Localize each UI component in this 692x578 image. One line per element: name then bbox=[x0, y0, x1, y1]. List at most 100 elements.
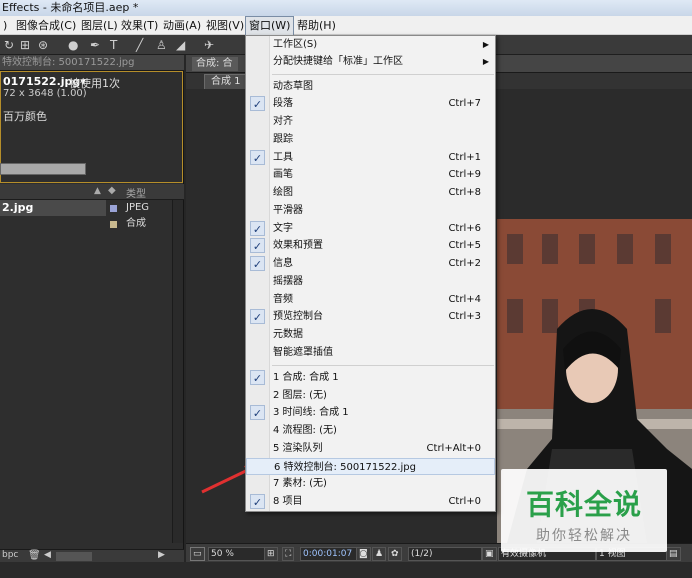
menu-item-align[interactable]: 对齐 bbox=[246, 113, 495, 130]
menu-item-footage[interactable]: 7 素材: (无) bbox=[246, 475, 495, 492]
status-bar bbox=[0, 562, 692, 578]
menu-item-label: 8 项目 bbox=[273, 496, 303, 507]
menu-item-character[interactable]: ✓ 文字 Ctrl+6 bbox=[246, 220, 495, 237]
menu-item-brushes[interactable]: 画笔 Ctrl+9 bbox=[246, 166, 495, 183]
menu-item-flowchart[interactable]: 4 流程图: (无) bbox=[246, 422, 495, 439]
checkmark-icon: ✓ bbox=[250, 150, 265, 165]
effect-controls-tab[interactable]: 特效控制台: 500171522.jpg bbox=[0, 55, 184, 71]
rotate-tool-icon[interactable]: ↻ bbox=[4, 38, 14, 52]
checkmark-icon: ✓ bbox=[250, 221, 265, 236]
checkmark-icon: ✓ bbox=[250, 494, 265, 509]
menu-item-effects-presets[interactable]: ✓ 效果和预置 Ctrl+5 bbox=[246, 237, 495, 254]
menu-view[interactable]: 视图(V) bbox=[203, 16, 247, 35]
menu-help[interactable]: 帮助(H) bbox=[294, 16, 339, 35]
menu-item-label: 1 合成: 合成 1 bbox=[273, 372, 339, 383]
project-item-jpg[interactable]: 2.jpg JPEG bbox=[0, 200, 184, 216]
grid-toggle-icon[interactable]: ⊞ bbox=[264, 547, 278, 561]
text-tool-icon[interactable]: T bbox=[110, 38, 117, 52]
safe-margins-icon[interactable]: ⛶ bbox=[282, 547, 295, 561]
eraser-tool-icon[interactable]: ◢ bbox=[176, 38, 185, 52]
menu-item-label: 绘图 bbox=[273, 187, 293, 198]
puppet-tool-icon[interactable]: ✈ bbox=[204, 38, 214, 52]
menu-item-smart-mask[interactable]: 智能遮罩插值 bbox=[246, 344, 495, 361]
menu-item-paragraph[interactable]: ✓ 段落 Ctrl+7 bbox=[246, 95, 495, 112]
type-column-header[interactable]: 类型 bbox=[126, 185, 146, 200]
menu-item-shortcut: Ctrl+8 bbox=[448, 187, 481, 198]
menu-item-metadata[interactable]: 元数据 bbox=[246, 326, 495, 343]
menu-window[interactable]: 窗口(W) bbox=[245, 16, 295, 37]
menu-item-shortcut: Ctrl+Alt+0 bbox=[426, 443, 481, 454]
menu-item-layer[interactable]: 2 图层: (无) bbox=[246, 387, 495, 404]
label-tag-icon[interactable]: ◆ bbox=[108, 185, 116, 196]
window-title: Effects - 未命名项目.aep * bbox=[0, 0, 692, 16]
menu-item-label: 音频 bbox=[273, 294, 293, 305]
menu-item-paint[interactable]: 绘图 Ctrl+8 bbox=[246, 184, 495, 201]
checkmark-icon: ✓ bbox=[250, 238, 265, 253]
menu-animation[interactable]: 动画(A) bbox=[160, 16, 204, 35]
menu-item-shortcut: Ctrl+5 bbox=[448, 240, 481, 251]
snapshot-icon[interactable]: ◙ bbox=[356, 547, 371, 561]
menu-item-shortcut: Ctrl+2 bbox=[448, 258, 481, 269]
item-type: JPEG bbox=[126, 202, 150, 213]
horizontal-scroll-thumb[interactable] bbox=[56, 552, 92, 561]
project-search-field[interactable] bbox=[0, 163, 86, 175]
project-scrollbar[interactable] bbox=[172, 200, 183, 543]
menu-item-audio[interactable]: 音频 Ctrl+4 bbox=[246, 291, 495, 308]
menu-layer[interactable]: 图层(L) bbox=[78, 16, 121, 35]
menu-effect[interactable]: 效果(T) bbox=[118, 16, 161, 35]
menu-composition[interactable]: 图像合成(C) bbox=[13, 16, 79, 35]
menu-item-composition[interactable]: ✓ 1 合成: 合成 1 bbox=[246, 369, 495, 386]
menu-item-label: 画笔 bbox=[273, 169, 293, 180]
brush-tool-icon[interactable]: ╱ bbox=[136, 38, 143, 52]
menu-item-preview[interactable]: ✓ 预览控制台 Ctrl+3 bbox=[246, 308, 495, 325]
menu-item-assign-shortcut[interactable]: 分配快捷键给「标准」工作区 ▶ bbox=[246, 53, 495, 70]
menu-item-workspace[interactable]: 工作区(S) ▶ bbox=[246, 36, 495, 53]
project-item-comp[interactable]: 合成 bbox=[0, 216, 184, 232]
clone-stamp-tool-icon[interactable]: ♙ bbox=[156, 38, 167, 52]
scroll-left-icon[interactable]: ◀ bbox=[44, 550, 51, 560]
sort-arrow-icon[interactable]: ▲ bbox=[94, 186, 101, 196]
trash-icon[interactable]: 🗑 bbox=[28, 550, 41, 561]
toggle-pixel-icon[interactable]: ▤ bbox=[666, 547, 681, 561]
menu-item-label: 智能遮罩插值 bbox=[273, 347, 333, 358]
pan-behind-tool-icon[interactable]: ⊛ bbox=[38, 38, 48, 52]
menu-item-project[interactable]: ✓ 8 项目 Ctrl+0 bbox=[246, 493, 495, 510]
item-type: 合成 bbox=[126, 218, 146, 229]
menu-item-smoother[interactable]: 平滑器 bbox=[246, 202, 495, 219]
scroll-right-icon[interactable]: ▶ bbox=[158, 550, 165, 560]
composition-tab[interactable]: 合成: 合 bbox=[192, 57, 238, 71]
bpc-label[interactable]: bpc bbox=[2, 550, 18, 560]
comp-1-subtab[interactable]: 合成 1 bbox=[204, 74, 248, 90]
show-snapshot-icon[interactable]: ♟ bbox=[372, 547, 387, 561]
menu-item-timeline[interactable]: ✓ 3 时间线: 合成 1 bbox=[246, 404, 495, 421]
menu-file-fragment[interactable]: ) bbox=[0, 16, 10, 35]
channel-icon[interactable]: ✿ bbox=[388, 547, 402, 561]
menu-item-label: 2 图层: (无) bbox=[273, 390, 327, 401]
menu-item-info[interactable]: ✓ 信息 Ctrl+2 bbox=[246, 255, 495, 272]
label-color-swatch[interactable] bbox=[110, 205, 117, 212]
window-menu-dropdown: 工作区(S) ▶ 分配快捷键给「标准」工作区 ▶ 动态草图 ✓ 段落 Ctrl+… bbox=[245, 35, 496, 512]
menu-item-wiggler[interactable]: 摇摆器 bbox=[246, 273, 495, 290]
menu-item-label: 3 时间线: 合成 1 bbox=[273, 407, 349, 418]
menu-item-tools[interactable]: ✓ 工具 Ctrl+1 bbox=[246, 149, 495, 166]
resolution-select[interactable]: (1/2) bbox=[408, 547, 482, 561]
menu-item-label: 摇摆器 bbox=[273, 276, 303, 287]
menu-item-render-queue[interactable]: 5 渲染队列 Ctrl+Alt+0 bbox=[246, 440, 495, 457]
magnification-icon[interactable]: ▭ bbox=[190, 547, 205, 561]
camera-tool-icon[interactable]: ⊞ bbox=[20, 38, 30, 52]
pen-tool-icon[interactable]: ✒ bbox=[90, 38, 100, 52]
zoom-select[interactable]: 50 % bbox=[208, 547, 266, 561]
menu-item-effect-controls[interactable]: 6 特效控制台: 500171522.jpg bbox=[246, 458, 495, 475]
roi-icon[interactable]: ▣ bbox=[482, 547, 497, 561]
checkmark-icon: ✓ bbox=[250, 370, 265, 385]
current-time[interactable]: 0:00:01:07 bbox=[300, 547, 358, 561]
menu-item-motion-sketch[interactable]: 动态草图 bbox=[246, 78, 495, 95]
menu-item-label: 段落 bbox=[273, 98, 293, 109]
menu-item-shortcut: Ctrl+6 bbox=[448, 223, 481, 234]
menu-item-shortcut: Ctrl+3 bbox=[448, 311, 481, 322]
menu-item-tracker[interactable]: 跟踪 bbox=[246, 131, 495, 148]
watermark-subtitle: 助你轻松解决 bbox=[536, 528, 632, 544]
label-color-swatch[interactable] bbox=[110, 221, 117, 228]
menu-item-label: 6 特效控制台: 500171522.jpg bbox=[274, 462, 417, 473]
ellipse-tool-icon[interactable]: ● bbox=[68, 38, 78, 52]
